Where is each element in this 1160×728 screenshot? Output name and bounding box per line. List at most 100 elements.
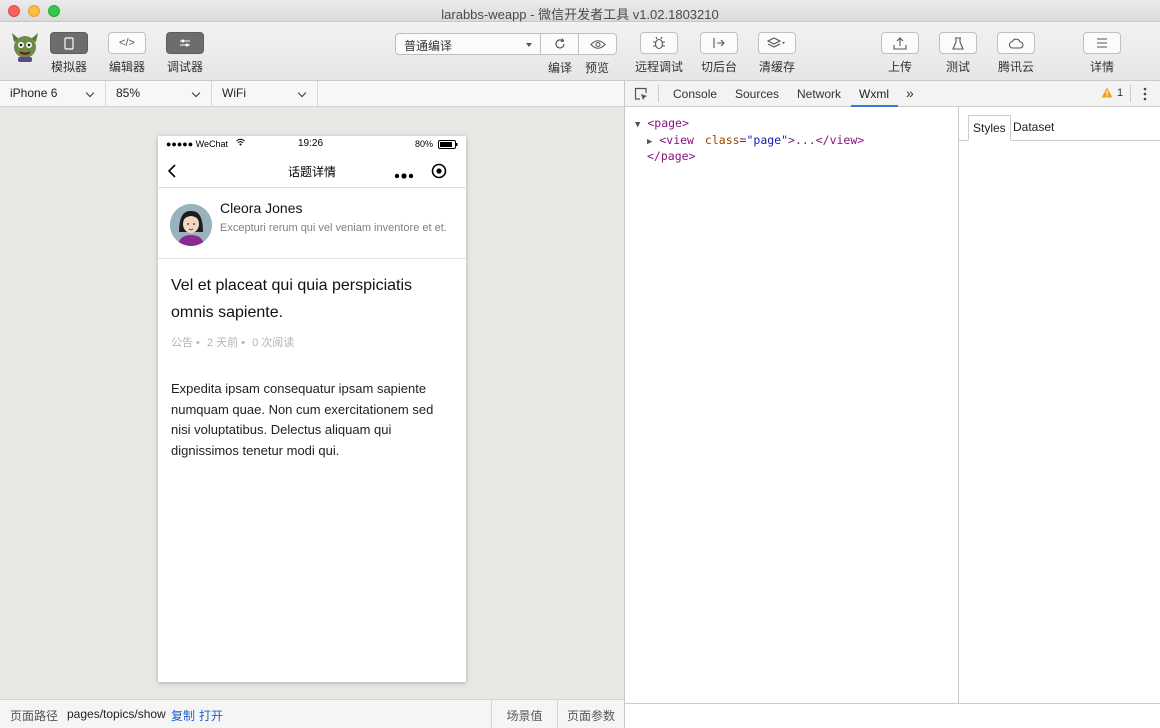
topic-body: Expedita ipsam consequatur ipsam sapient… — [171, 381, 434, 458]
sliders-icon[interactable] — [166, 32, 204, 54]
editor-label: 编辑器 — [108, 60, 145, 74]
copy-path-link[interactable]: 复制 — [171, 707, 195, 724]
menu-icon[interactable] — [1083, 32, 1121, 54]
device-select[interactable]: iPhone 6 — [0, 81, 106, 107]
clear-cache-tool[interactable]: 清缓存 — [758, 32, 796, 75]
chevron-down-icon — [85, 88, 95, 98]
page-open-tag: <page> — [647, 116, 689, 130]
tab-console[interactable]: Console — [673, 87, 717, 101]
upload-tool[interactable]: 上传 — [881, 32, 919, 75]
collapsed-triangle-icon[interactable]: ▶ — [647, 137, 652, 147]
bug-icon[interactable] — [640, 32, 678, 54]
tab-wxml[interactable]: Wxml — [859, 87, 889, 101]
avatar[interactable] — [170, 204, 212, 246]
wxml-page-node[interactable]: ▼ <page> — [635, 116, 864, 133]
page-params-button[interactable]: 页面参数 — [557, 700, 624, 728]
clear-cache-label: 清缓存 — [758, 60, 795, 74]
path-value: pages/topics/show — [67, 707, 166, 721]
details-tool[interactable]: 详情 — [1083, 32, 1121, 75]
editor-tool[interactable]: </> 编辑器 — [108, 32, 146, 75]
wxml-tree: ▼ <page> ▶ <view class="page">...</view>… — [635, 116, 864, 164]
more-dots-icon[interactable] — [394, 168, 414, 182]
zoom-value: 85% — [116, 86, 141, 100]
title-bar: larabbs-weapp - 微信开发者工具 v1.02.1803210 — [0, 0, 1160, 22]
remote-debug-tool[interactable]: 远程调试 — [635, 32, 683, 75]
debugger-tool[interactable]: 调试器 — [166, 32, 204, 75]
preview-label: 预览 — [585, 61, 610, 75]
devtools-panel: Console Sources Network Wxml » 1 ▼ <page… — [624, 81, 1160, 728]
tencent-cloud-tool[interactable]: 腾讯云 — [997, 32, 1035, 75]
app-logo-icon[interactable] — [10, 30, 40, 62]
phone-icon[interactable] — [50, 32, 88, 54]
author-name[interactable]: Cleora Jones — [220, 200, 303, 216]
phone-time: 19:26 — [298, 138, 324, 149]
divider — [1130, 85, 1131, 102]
switch-background-icon[interactable] — [700, 32, 738, 54]
zoom-select[interactable]: 85% — [106, 81, 212, 107]
remote-debug-label: 远程调试 — [635, 60, 684, 74]
compile-mode-value: 普通编译 — [404, 39, 453, 53]
tab-styles[interactable]: Styles — [968, 115, 1011, 141]
code-icon[interactable]: </> — [108, 32, 146, 54]
device-bar: iPhone 6 85% WiFi — [0, 81, 624, 107]
topic-meta: 公告 • 2 天前 • 0 次阅读 — [171, 337, 295, 349]
author-card[interactable]: Cleora Jones Excepturi rerum qui vel ven… — [158, 189, 466, 259]
simulator-tool[interactable]: 模拟器 — [50, 32, 88, 75]
tab-sources[interactable]: Sources — [735, 87, 779, 101]
sidebar-tab-bar: Styles Dataset — [959, 115, 1160, 141]
chevron-down-icon — [191, 88, 201, 98]
page-close-tag: </page> — [647, 149, 696, 163]
cloud-icon[interactable] — [997, 32, 1035, 54]
nav-title: 话题详情 — [287, 165, 336, 179]
compile-label: 编译 — [548, 61, 573, 75]
inspect-element-icon[interactable] — [634, 87, 648, 104]
more-tabs-icon[interactable]: » — [906, 85, 914, 101]
carrier: ●●●●● WeChat — [166, 139, 229, 149]
warning-count: 1 — [1117, 87, 1124, 99]
eye-icon — [589, 39, 606, 49]
author-intro: Excepturi rerum qui vel veniam inventore… — [220, 222, 447, 234]
wxml-page-close: </page> — [635, 149, 864, 164]
scene-value-button[interactable]: 场景值 — [491, 700, 557, 728]
scene-label: 场景值 — [506, 709, 543, 723]
warning-icon[interactable] — [1101, 87, 1113, 101]
open-path-link[interactable]: 打开 — [199, 707, 223, 724]
compile-button[interactable] — [540, 33, 579, 55]
flask-icon[interactable] — [939, 32, 977, 54]
topic-views: 0 次阅读 — [252, 337, 295, 349]
expanded-triangle-icon[interactable]: ▼ — [635, 120, 640, 130]
styles-sidebar: Styles Dataset — [958, 107, 1160, 703]
simulator-label: 模拟器 — [50, 60, 87, 74]
devtools-tab-bar: Console Sources Network Wxml » 1 — [625, 81, 1160, 107]
active-tab-indicator — [851, 105, 898, 107]
phone-status-bar: ●●●●● WeChat 19:26 80% — [158, 136, 466, 154]
tab-dataset[interactable]: Dataset — [1009, 115, 1058, 141]
page-path-bar: 页面路径 pages/topics/show 复制 打开 场景值 页面参数 — [0, 699, 624, 728]
capsule-close-icon[interactable] — [431, 163, 447, 182]
network-select[interactable]: WiFi — [212, 81, 318, 107]
path-label: 页面路径 — [10, 709, 59, 723]
chevron-down-icon — [297, 88, 307, 98]
background-tool[interactable]: 切后台 — [700, 32, 738, 75]
view-close-tag: >...</view> — [788, 132, 865, 147]
window-title: larabbs-weapp - 微信开发者工具 v1.02.1803210 — [441, 7, 719, 22]
upload-icon[interactable] — [881, 32, 919, 54]
topic-category: 公告 — [171, 337, 193, 349]
phone-screen: ●●●●● WeChat 19:26 80% 话题详情 Cleora Jones… — [158, 136, 466, 682]
background-label: 切后台 — [700, 60, 737, 74]
dropdown-caret-icon — [526, 43, 532, 47]
view-attr-value: "page" — [746, 132, 789, 147]
kebab-menu-icon[interactable] — [1143, 87, 1147, 104]
test-tool[interactable]: 测试 — [939, 32, 977, 75]
wxml-view-node[interactable]: ▶ <view class="page">...</view> — [635, 133, 864, 150]
phone-nav-bar: 话题详情 — [158, 154, 466, 188]
tab-network[interactable]: Network — [797, 87, 841, 101]
device-value: iPhone 6 — [10, 86, 58, 100]
battery-icon — [438, 140, 458, 152]
devtools-drawer-bar — [625, 703, 1160, 728]
layers-icon[interactable] — [758, 32, 796, 54]
preview-button[interactable] — [578, 33, 617, 55]
compile-mode-select[interactable]: 普通编译 — [395, 33, 541, 55]
tencent-cloud-label: 腾讯云 — [997, 60, 1034, 74]
topic-time: 2 天前 — [206, 337, 239, 349]
